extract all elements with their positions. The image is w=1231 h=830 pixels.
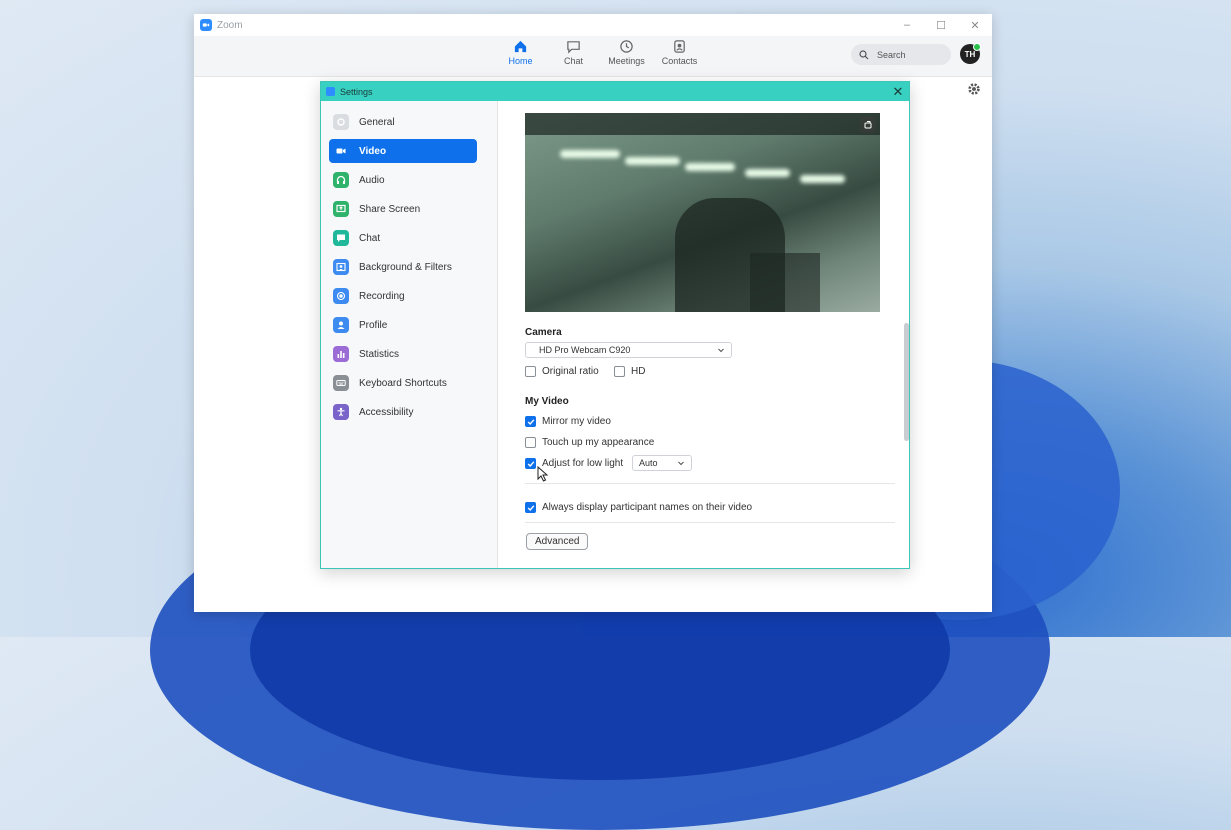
divider bbox=[525, 522, 895, 523]
camera-label: Camera bbox=[525, 327, 562, 338]
tab-meetings[interactable]: Meetings bbox=[600, 39, 653, 66]
sidebar-item-statistics[interactable]: Statistics bbox=[329, 342, 477, 366]
settings-gear-icon[interactable] bbox=[967, 82, 981, 96]
mouse-cursor-icon bbox=[537, 466, 549, 482]
video-settings-panel: Camera HD Pro Webcam C920 Original ratio… bbox=[498, 101, 909, 568]
sidebar-item-general[interactable]: General bbox=[329, 110, 477, 134]
avatar-initials: TH bbox=[964, 49, 976, 59]
display-names-option[interactable]: Always display participant names on thei… bbox=[525, 502, 752, 513]
search-box[interactable] bbox=[851, 44, 951, 65]
contacts-icon bbox=[674, 40, 685, 53]
settings-dialog: Settings ✕ General Video Audio Share Scr… bbox=[320, 81, 910, 569]
settings-title: Settings bbox=[340, 86, 373, 97]
camera-preview bbox=[525, 113, 880, 312]
touch-up-checkbox[interactable] bbox=[525, 437, 536, 448]
sidebar-item-recording[interactable]: Recording bbox=[329, 284, 477, 308]
flip-camera-icon[interactable] bbox=[860, 117, 876, 133]
chevron-down-icon bbox=[718, 348, 724, 353]
clock-icon bbox=[620, 40, 633, 53]
tab-home-label: Home bbox=[508, 56, 533, 66]
hd-checkbox[interactable] bbox=[614, 366, 625, 377]
chevron-down-icon bbox=[678, 461, 684, 466]
sidebar-item-label: Recording bbox=[359, 290, 405, 302]
avatar[interactable]: TH bbox=[960, 43, 981, 64]
low-light-mode-select[interactable]: Auto bbox=[632, 455, 692, 471]
chat-bubble-icon bbox=[333, 230, 349, 246]
chat-icon bbox=[567, 41, 580, 54]
original-ratio-checkbox[interactable] bbox=[525, 366, 536, 377]
settings-titlebar: Settings ✕ bbox=[321, 82, 909, 101]
close-settings-button[interactable]: ✕ bbox=[887, 82, 909, 101]
tab-meetings-label: Meetings bbox=[608, 56, 645, 66]
mirror-video-label: Mirror my video bbox=[542, 416, 611, 427]
online-status-dot bbox=[973, 43, 981, 51]
low-light-mode-value: Auto bbox=[639, 458, 658, 468]
sidebar-item-keyboard-shortcuts[interactable]: Keyboard Shortcuts bbox=[329, 371, 477, 395]
sidebar-item-label: Video bbox=[359, 145, 387, 157]
minimize-button[interactable]: – bbox=[890, 14, 924, 36]
sidebar-item-label: Share Screen bbox=[359, 203, 421, 215]
sidebar-item-profile[interactable]: Profile bbox=[329, 313, 477, 337]
zoom-logo-icon bbox=[326, 87, 335, 96]
top-navigation: Home Chat Meetings Contacts TH bbox=[194, 36, 992, 77]
my-video-label: My Video bbox=[525, 396, 569, 407]
mirror-video-checkbox[interactable] bbox=[525, 416, 536, 427]
statistics-icon bbox=[333, 346, 349, 362]
sidebar-item-label: General bbox=[359, 116, 395, 128]
profile-icon bbox=[333, 317, 349, 333]
close-window-button[interactable]: ✕ bbox=[958, 14, 992, 36]
window-titlebar: Zoom – ☐ ✕ bbox=[194, 14, 992, 36]
sidebar-item-label: Accessibility bbox=[359, 406, 414, 418]
display-names-label: Always display participant names on thei… bbox=[542, 502, 753, 513]
gear-icon bbox=[333, 114, 349, 130]
divider bbox=[525, 483, 895, 484]
search-icon bbox=[859, 49, 869, 59]
sidebar-item-video[interactable]: Video bbox=[329, 139, 477, 163]
low-light-checkbox[interactable] bbox=[525, 458, 536, 469]
hd-label: HD bbox=[631, 366, 646, 377]
home-icon bbox=[514, 40, 527, 53]
sidebar-item-share-screen[interactable]: Share Screen bbox=[329, 197, 477, 221]
maximize-button[interactable]: ☐ bbox=[924, 14, 958, 36]
sidebar-item-accessibility[interactable]: Accessibility bbox=[329, 400, 477, 424]
search-input[interactable] bbox=[875, 48, 949, 61]
accessibility-icon bbox=[333, 404, 349, 420]
sidebar-item-label: Audio bbox=[359, 174, 385, 186]
low-light-label: Adjust for low light bbox=[542, 458, 624, 469]
touch-up-option[interactable]: Touch up my appearance bbox=[525, 437, 654, 448]
settings-scrollbar[interactable] bbox=[904, 323, 909, 441]
touch-up-label: Touch up my appearance bbox=[542, 437, 655, 448]
headphones-icon bbox=[333, 172, 349, 188]
background-icon bbox=[333, 259, 349, 275]
mirror-video-option[interactable]: Mirror my video bbox=[525, 416, 611, 427]
share-screen-icon bbox=[333, 201, 349, 217]
sidebar-item-label: Chat bbox=[359, 232, 381, 244]
sidebar-item-label: Background & Filters bbox=[359, 261, 452, 273]
original-ratio-option[interactable]: Original ratio bbox=[525, 366, 599, 377]
zoom-logo-icon bbox=[200, 19, 212, 31]
video-camera-icon bbox=[333, 143, 349, 159]
tab-contacts-label: Contacts bbox=[661, 56, 698, 66]
sidebar-item-label: Statistics bbox=[359, 348, 400, 360]
camera-select-value: HD Pro Webcam C920 bbox=[539, 345, 631, 355]
tab-contacts[interactable]: Contacts bbox=[653, 39, 706, 66]
keyboard-icon bbox=[333, 375, 349, 391]
advanced-button[interactable]: Advanced bbox=[526, 533, 589, 550]
tab-chat-label: Chat bbox=[563, 56, 583, 66]
hd-option[interactable]: HD bbox=[614, 366, 645, 377]
sidebar-item-audio[interactable]: Audio bbox=[329, 168, 477, 192]
sidebar-item-label: Profile bbox=[359, 319, 388, 331]
settings-sidebar: General Video Audio Share Screen Chat Ba… bbox=[321, 101, 498, 568]
sidebar-item-label: Keyboard Shortcuts bbox=[359, 377, 447, 389]
original-ratio-label: Original ratio bbox=[542, 366, 599, 377]
tab-chat[interactable]: Chat bbox=[547, 39, 600, 66]
camera-select[interactable]: HD Pro Webcam C920 bbox=[525, 342, 732, 358]
tab-home[interactable]: Home bbox=[494, 39, 547, 66]
recording-icon bbox=[333, 288, 349, 304]
sidebar-item-background-filters[interactable]: Background & Filters bbox=[329, 255, 477, 279]
sidebar-item-chat[interactable]: Chat bbox=[329, 226, 477, 250]
window-title: Zoom bbox=[217, 19, 243, 31]
display-names-checkbox[interactable] bbox=[525, 502, 536, 513]
